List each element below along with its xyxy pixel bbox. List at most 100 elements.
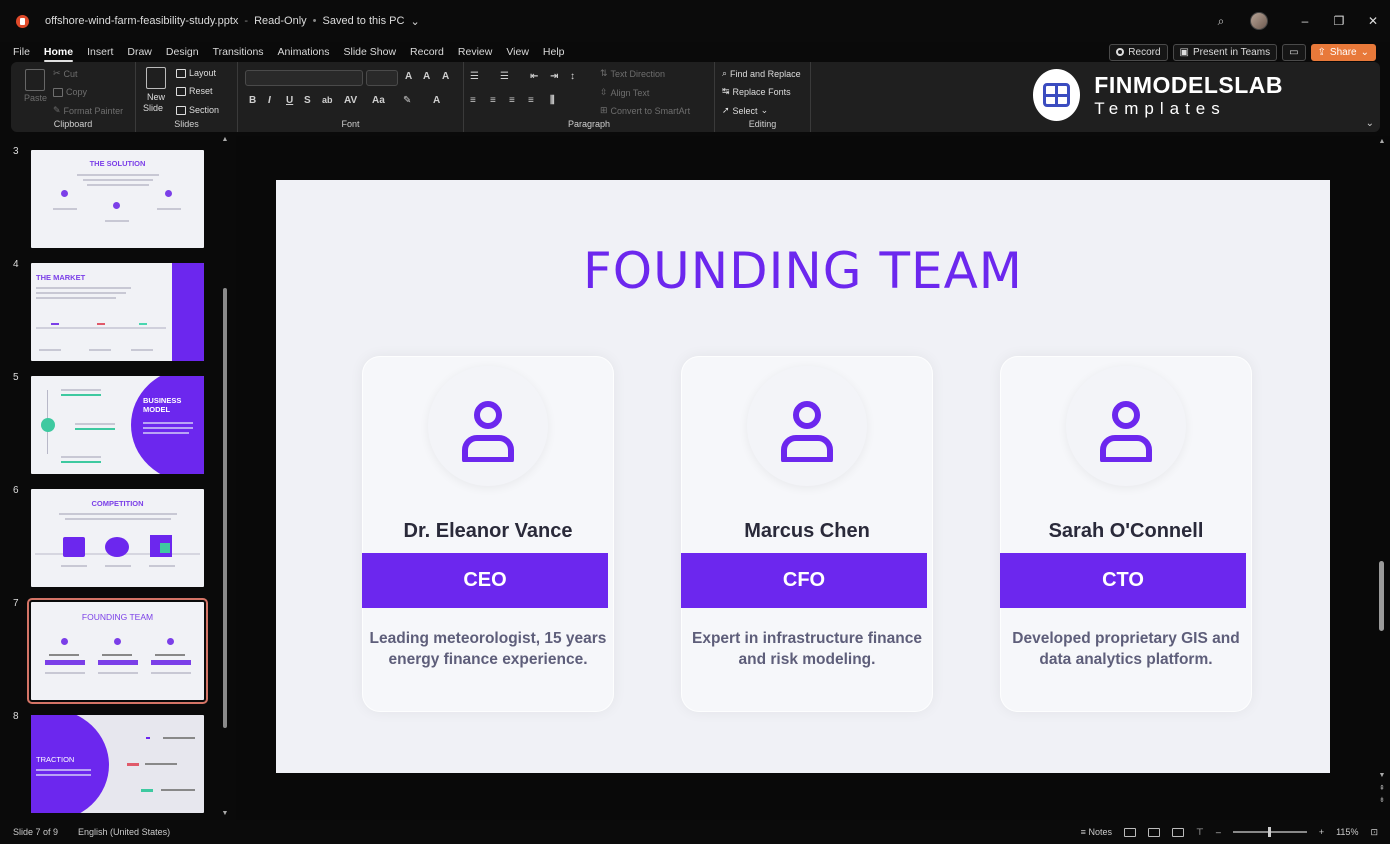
comments-button[interactable]: ▭ bbox=[1282, 43, 1306, 61]
save-state[interactable]: Saved to this PC bbox=[323, 15, 405, 27]
format-painter-button[interactable]: ✎ Format Painter bbox=[53, 105, 123, 116]
increase-font-icon[interactable]: A bbox=[405, 71, 412, 82]
tab-design[interactable]: Design bbox=[166, 46, 199, 58]
highlight-icon[interactable]: ✎ bbox=[403, 95, 411, 106]
thumbnail-slide-4[interactable]: THE MARKET bbox=[31, 263, 204, 361]
tab-draw[interactable]: Draw bbox=[127, 46, 152, 58]
clear-format-icon[interactable]: A bbox=[442, 71, 449, 82]
justify-icon[interactable]: ≡ bbox=[528, 95, 534, 106]
convert-smartart-button[interactable]: ⊞ Convert to SmartArt bbox=[600, 105, 690, 116]
text-direction-button[interactable]: ⇅ Text Direction bbox=[600, 68, 665, 79]
thumbnail-slide-8[interactable]: TRACTION bbox=[31, 715, 204, 813]
select-button[interactable]: ➚ Select ⌄ bbox=[722, 105, 768, 116]
reading-view-icon[interactable] bbox=[1171, 827, 1184, 837]
replace-fonts-button[interactable]: ↹ Replace Fonts bbox=[722, 86, 791, 97]
bold-button[interactable]: B bbox=[249, 95, 256, 106]
notes-icon: ≡ bbox=[1080, 827, 1086, 837]
bullets-icon[interactable]: ☰ bbox=[470, 71, 479, 82]
section-button[interactable]: Section bbox=[176, 105, 219, 115]
team-card-cto[interactable]: Sarah O'Connell CTO Developed proprietar… bbox=[1000, 356, 1252, 712]
tab-file[interactable]: File bbox=[13, 46, 30, 58]
cut-button[interactable]: ✂ Cut bbox=[53, 68, 78, 79]
next-slide-icon[interactable]: ⇟ bbox=[1378, 796, 1386, 804]
slide-sorter-icon[interactable] bbox=[1147, 827, 1160, 837]
change-case-icon[interactable]: Aa bbox=[372, 95, 385, 106]
zoom-level[interactable]: 115% bbox=[1336, 827, 1358, 837]
minimize-icon[interactable]: – bbox=[1288, 14, 1322, 28]
slide-title[interactable]: FOUNDING TEAM bbox=[276, 242, 1330, 300]
new-slide-button[interactable]: New bbox=[147, 92, 165, 102]
slideshow-icon[interactable]: ⊤ bbox=[1196, 827, 1204, 838]
align-text-button[interactable]: ⇳ Align Text bbox=[600, 87, 649, 98]
find-replace-button[interactable]: ⌕ Find and Replace bbox=[722, 68, 801, 79]
character-spacing-icon[interactable]: AV bbox=[344, 95, 357, 106]
numbering-icon[interactable]: ☰ bbox=[500, 71, 509, 82]
new-slide-dropdown[interactable]: Slide bbox=[143, 103, 163, 113]
italic-button[interactable]: I bbox=[268, 95, 271, 106]
present-in-teams-button[interactable]: ▣ Present in Teams bbox=[1172, 43, 1278, 61]
search-icon[interactable]: ⌕ bbox=[1206, 14, 1236, 29]
share-button[interactable]: ⇪ Share ⌄ bbox=[1310, 43, 1376, 61]
text-shadow-button[interactable]: ab bbox=[322, 95, 333, 105]
previous-slide-icon[interactable]: ⇞ bbox=[1378, 784, 1386, 792]
editor-scroll-thumb[interactable] bbox=[1379, 561, 1384, 631]
reset-button[interactable]: Reset bbox=[176, 86, 213, 96]
align-left-icon[interactable]: ≡ bbox=[470, 95, 476, 106]
align-right-icon[interactable]: ≡ bbox=[509, 95, 515, 106]
decrease-indent-icon[interactable]: ⇤ bbox=[530, 71, 538, 82]
scroll-up-icon[interactable]: ▲ bbox=[1378, 138, 1386, 145]
zoom-slider[interactable] bbox=[1232, 827, 1307, 837]
thumbnail-slide-3[interactable]: THE SOLUTION bbox=[31, 150, 204, 248]
columns-icon[interactable]: ⫼ bbox=[550, 95, 555, 106]
font-size-select[interactable] bbox=[366, 70, 398, 86]
chevron-down-icon[interactable]: ⌄ bbox=[410, 15, 419, 28]
close-icon[interactable]: ✕ bbox=[1356, 14, 1390, 28]
tab-home[interactable]: Home bbox=[43, 46, 74, 62]
align-center-icon[interactable]: ≡ bbox=[490, 95, 496, 106]
status-bar: Slide 7 of 9 English (United States) ≡ N… bbox=[0, 820, 1390, 844]
editor-scrollbar[interactable]: ▲ ▼ ⇞ ⇟ bbox=[1378, 136, 1386, 820]
tab-transitions[interactable]: Transitions bbox=[213, 46, 264, 58]
line-spacing-icon[interactable]: ↕ bbox=[570, 71, 575, 82]
underline-button[interactable]: U bbox=[286, 95, 293, 106]
restore-icon[interactable]: ❐ bbox=[1322, 14, 1356, 28]
fit-to-window-icon[interactable]: ⊡ bbox=[1370, 827, 1378, 838]
tab-view[interactable]: View bbox=[506, 46, 529, 58]
decrease-font-icon[interactable]: A bbox=[423, 71, 430, 82]
tab-help[interactable]: Help bbox=[543, 46, 565, 58]
zoom-out-icon[interactable]: – bbox=[1216, 827, 1221, 837]
zoom-slider-knob[interactable] bbox=[1267, 827, 1271, 837]
zoom-in-icon[interactable]: + bbox=[1319, 827, 1324, 837]
strikethrough-button[interactable]: S bbox=[304, 95, 311, 106]
slide-canvas[interactable]: FOUNDING TEAM Dr. Eleanor Vance CEO Lead… bbox=[276, 180, 1330, 773]
layout-button[interactable]: Layout bbox=[176, 68, 216, 78]
tab-slide-show[interactable]: Slide Show bbox=[344, 46, 397, 58]
thumbnails-scroll-thumb[interactable] bbox=[223, 288, 227, 728]
thumbnails-scrollbar[interactable]: ▲ ▼ bbox=[221, 136, 229, 820]
scroll-down-icon[interactable]: ▼ bbox=[221, 810, 229, 817]
font-family-select[interactable] bbox=[245, 70, 363, 86]
scroll-up-icon[interactable]: ▲ bbox=[221, 136, 229, 143]
tab-insert[interactable]: Insert bbox=[87, 46, 113, 58]
thumbnail-slide-5[interactable]: BUSINESS MODEL bbox=[31, 376, 204, 474]
chevron-down-icon[interactable]: ⌄ bbox=[1366, 118, 1374, 129]
clipboard-group: Paste ✂ Cut Copy ✎ Format Painter Clipboar… bbox=[11, 62, 136, 132]
tab-review[interactable]: Review bbox=[458, 46, 492, 58]
paste-button[interactable]: Paste bbox=[24, 93, 47, 103]
team-card-cfo[interactable]: Marcus Chen CFO Expert in infrastructure… bbox=[681, 356, 933, 712]
copy-button[interactable]: Copy bbox=[53, 87, 87, 97]
thumbnail-slide-6[interactable]: COMPETITION bbox=[31, 489, 204, 587]
role-badge: CEO bbox=[362, 553, 608, 608]
notes-button[interactable]: ≡ Notes bbox=[1081, 827, 1112, 837]
language-indicator[interactable]: English (United States) bbox=[78, 827, 170, 837]
thumbnail-slide-7[interactable]: FOUNDING TEAM bbox=[27, 598, 208, 704]
increase-indent-icon[interactable]: ⇥ bbox=[550, 71, 558, 82]
scroll-down-icon[interactable]: ▼ bbox=[1378, 772, 1386, 779]
font-color-icon[interactable]: A bbox=[433, 95, 440, 106]
user-avatar[interactable] bbox=[1250, 12, 1268, 30]
team-card-ceo[interactable]: Dr. Eleanor Vance CEO Leading meteorolog… bbox=[362, 356, 614, 712]
record-button[interactable]: Record bbox=[1109, 43, 1168, 61]
normal-view-icon[interactable] bbox=[1123, 827, 1136, 837]
tab-animations[interactable]: Animations bbox=[278, 46, 330, 58]
tab-record[interactable]: Record bbox=[410, 46, 444, 58]
